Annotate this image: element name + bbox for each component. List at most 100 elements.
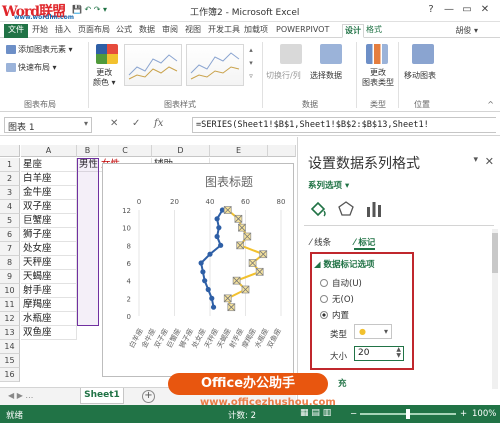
quick-access-icons[interactable]: 💾 ↶ ↷ ▾: [72, 5, 107, 14]
radio-auto[interactable]: 自动(U): [320, 277, 362, 289]
cell-a9[interactable]: 天蝎座: [21, 270, 77, 284]
name-box[interactable]: 图表 1 ▾: [4, 117, 92, 133]
chart-area[interactable]: 0 20 40 60 80 0 2 4 6 8 10 12 白羊座 金牛座 双子座 巨蟹座 狮子座 处女座 天秤…: [102, 163, 294, 377]
cell-a6[interactable]: 狮子座: [21, 228, 77, 242]
cell-a3[interactable]: 金牛座: [21, 186, 77, 200]
pane-scroll-thumb[interactable]: [492, 233, 498, 273]
add-chart-element-button[interactable]: 添加图表元素 ▾: [6, 44, 73, 55]
row-header[interactable]: 5: [0, 214, 20, 228]
sheet-tab-sheet1[interactable]: Sheet1: [80, 388, 124, 404]
sheet-nav-icons[interactable]: ◀ ▶ …: [8, 391, 33, 400]
column-header[interactable]: C: [99, 145, 152, 157]
tab-design[interactable]: 设计: [342, 24, 364, 38]
zoom-slider-thumb[interactable]: [406, 409, 410, 419]
select-data-button[interactable]: 选择数据: [310, 70, 342, 81]
minimize-button[interactable]: —: [442, 3, 456, 17]
tab-format[interactable]: 格式: [366, 24, 382, 38]
row-header[interactable]: 7: [0, 242, 20, 256]
insert-function-button[interactable]: fx: [154, 118, 163, 129]
zoom-out-icon[interactable]: −: [350, 409, 357, 419]
tab-file[interactable]: 文件: [4, 24, 28, 38]
tab-developer[interactable]: 开发工具: [208, 24, 240, 38]
row-header[interactable]: 6: [0, 228, 20, 242]
row-header[interactable]: 2: [0, 172, 20, 186]
change-chart-type-button[interactable]: 更改 图表类型: [362, 68, 394, 88]
series-options-tab-icon[interactable]: [364, 199, 384, 219]
chart-style-1[interactable]: [124, 44, 182, 86]
chart-styles-scroll[interactable]: ▴ ▾ ▿: [246, 44, 256, 86]
subtab-line[interactable]: ⁄ 线条: [310, 236, 331, 248]
row-header[interactable]: 13: [0, 326, 20, 340]
zoom-slider[interactable]: [360, 409, 456, 419]
chart-style-2[interactable]: [186, 44, 244, 86]
view-mode-icons[interactable]: ▦ ▤ ▥: [300, 408, 331, 418]
column-header[interactable]: D: [152, 145, 210, 157]
switch-row-column-button[interactable]: 切换行/列: [266, 70, 301, 81]
worksheet-grid[interactable]: A B C D E 1 2 3 4 5 6 7 8 9 10 11 12 13 …: [0, 137, 296, 387]
row-header[interactable]: 15: [0, 354, 20, 368]
restore-button[interactable]: ▭: [460, 3, 474, 17]
tab-formulas[interactable]: 公式: [116, 24, 132, 38]
tab-home[interactable]: 开始: [32, 24, 48, 38]
tab-addins[interactable]: 加载项: [244, 24, 268, 38]
row-header[interactable]: 12: [0, 312, 20, 326]
chart-title[interactable]: 图表标题: [205, 175, 253, 189]
fill-line-tab-icon[interactable]: [308, 199, 328, 219]
tab-insert[interactable]: 插入: [55, 24, 71, 38]
row-header[interactable]: 11: [0, 298, 20, 312]
user-account[interactable]: 胡俊 ▾: [455, 25, 478, 36]
cell-a11[interactable]: 摩羯座: [21, 298, 77, 312]
column-header[interactable]: [268, 145, 296, 157]
effects-tab-icon[interactable]: [336, 199, 356, 219]
move-chart-button[interactable]: 移动图表: [404, 70, 436, 81]
column-header[interactable]: A: [21, 145, 77, 157]
row-header[interactable]: 9: [0, 270, 20, 284]
cell-a7[interactable]: 处女座: [21, 242, 77, 256]
fill-section-partial[interactable]: 充: [338, 377, 347, 389]
series-male[interactable]: [198, 207, 226, 310]
column-header[interactable]: E: [210, 145, 268, 157]
pane-close-icon[interactable]: ✕: [485, 155, 494, 168]
radio-none[interactable]: 无(O): [320, 293, 354, 305]
marker-type-select[interactable]: ● ▾: [354, 324, 392, 339]
row-header[interactable]: 4: [0, 200, 20, 214]
column-header[interactable]: B: [77, 145, 99, 157]
spinner-icon[interactable]: ▲ ▼: [396, 347, 401, 359]
tab-page-layout[interactable]: 页面布局: [78, 24, 110, 38]
cell-a5[interactable]: 巨蟹座: [21, 214, 77, 228]
chart-canvas[interactable]: 0 20 40 60 80 0 2 4 6 8 10 12 白羊座金牛座双子座巨蟹座狮子座处女座天秤…: [103, 164, 293, 376]
cancel-icon[interactable]: ✕: [110, 118, 118, 129]
zoom-level[interactable]: 100%: [472, 409, 496, 419]
cell-a12[interactable]: 水瓶座: [21, 312, 77, 326]
row-header[interactable]: 14: [0, 340, 20, 354]
cell-a8[interactable]: 天秤座: [21, 256, 77, 270]
formula-input[interactable]: =SERIES(Sheet1!$B$1,Sheet1!$B$2:$B$13,Sh…: [192, 117, 496, 133]
cell-a4[interactable]: 双子座: [21, 200, 77, 214]
row-header[interactable]: 1: [0, 158, 20, 172]
collapse-ribbon-icon[interactable]: ^: [487, 100, 494, 109]
row-header[interactable]: 10: [0, 284, 20, 298]
tab-view[interactable]: 视图: [185, 24, 201, 38]
cell-a1[interactable]: 星座: [21, 158, 77, 172]
change-colors-button[interactable]: 更改 颜色 ▾: [93, 68, 116, 88]
select-all-corner[interactable]: [0, 145, 20, 157]
enter-icon[interactable]: ✓: [132, 118, 140, 129]
cell-a10[interactable]: 射手座: [21, 284, 77, 298]
add-sheet-button[interactable]: +: [142, 390, 155, 403]
row-header[interactable]: 16: [0, 368, 20, 382]
radio-builtin[interactable]: 内置: [320, 309, 349, 321]
subtab-marker[interactable]: ⁄ 标记: [354, 236, 376, 250]
quick-layout-button[interactable]: 快速布局 ▾: [6, 62, 57, 73]
row-header[interactable]: 3: [0, 186, 20, 200]
tab-data[interactable]: 数据: [139, 24, 155, 38]
cell-a13[interactable]: 双鱼座: [21, 326, 77, 340]
pane-scrollbar[interactable]: [492, 229, 498, 389]
close-button[interactable]: ✕: [478, 3, 492, 17]
color-palette-icon[interactable]: [96, 44, 118, 64]
tab-review[interactable]: 审阅: [162, 24, 178, 38]
help-button[interactable]: ?: [424, 3, 438, 17]
zoom-in-icon[interactable]: +: [460, 409, 467, 419]
cell-a2[interactable]: 白羊座: [21, 172, 77, 186]
row-header[interactable]: 8: [0, 256, 20, 270]
marker-size-input[interactable]: 20 ▲ ▼: [354, 346, 404, 361]
